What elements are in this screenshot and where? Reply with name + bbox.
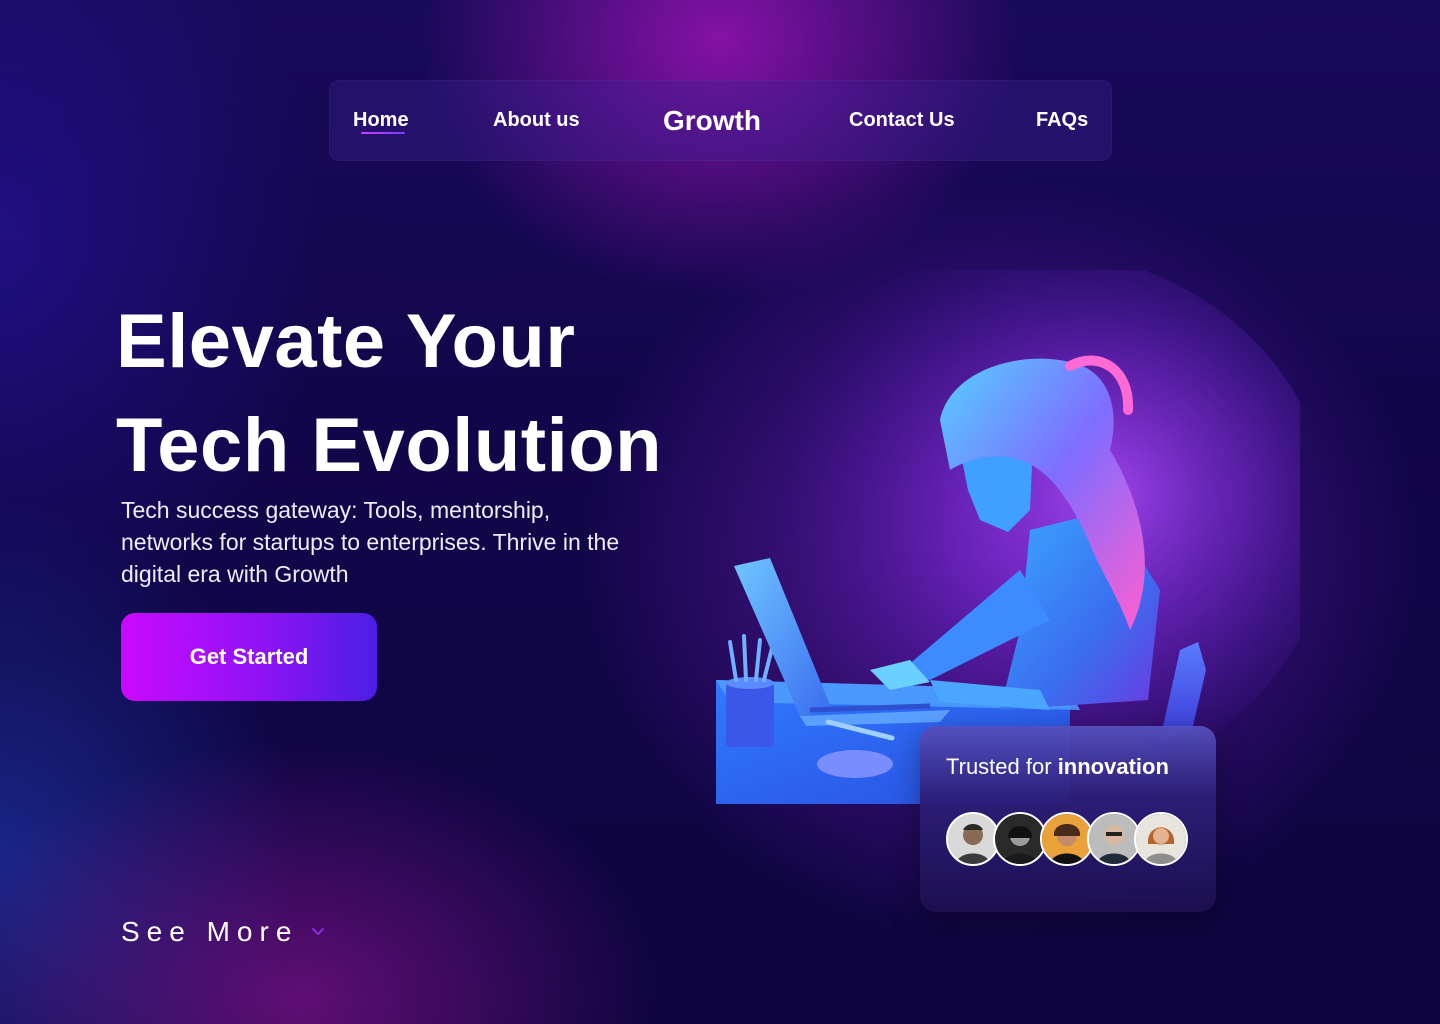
avatar-4 — [1087, 812, 1141, 866]
mouse-shape — [817, 750, 893, 778]
trust-prefix: Trusted for — [946, 754, 1052, 779]
get-started-button[interactable]: Get Started — [121, 613, 377, 701]
avatar-group — [946, 812, 1196, 868]
see-more-link[interactable]: See More — [121, 912, 325, 948]
hero-description: Tech success gateway: Tools, mentorship,… — [121, 497, 620, 587]
trust-highlight: innovation — [1057, 754, 1169, 779]
nav-faqs-link[interactable]: FAQs — [1036, 80, 1088, 161]
nav-home-link[interactable]: Home — [353, 80, 409, 161]
hero-title-line-2: Tech Evolution — [116, 403, 663, 488]
nav-contact-link[interactable]: Contact Us — [849, 80, 955, 161]
nav-about-link[interactable]: About us — [493, 80, 580, 161]
avatar-3 — [1040, 812, 1094, 866]
avatar-2 — [993, 812, 1047, 866]
top-nav: Home About us Growth Contact Us FAQs — [329, 80, 1112, 161]
trust-heading: Trusted for innovation — [946, 754, 1169, 780]
nav-brand-logo[interactable]: Growth — [663, 80, 761, 161]
avatar-1 — [946, 812, 1000, 866]
see-more-label: See More — [121, 916, 299, 947]
nav-active-indicator — [361, 132, 405, 134]
pencil-cup — [726, 683, 774, 747]
chevron-down-icon — [311, 912, 325, 944]
hero-title-line-1: Elevate Your — [116, 299, 576, 384]
avatar-5 — [1134, 812, 1188, 866]
trust-card: Trusted for innovation — [920, 726, 1216, 912]
